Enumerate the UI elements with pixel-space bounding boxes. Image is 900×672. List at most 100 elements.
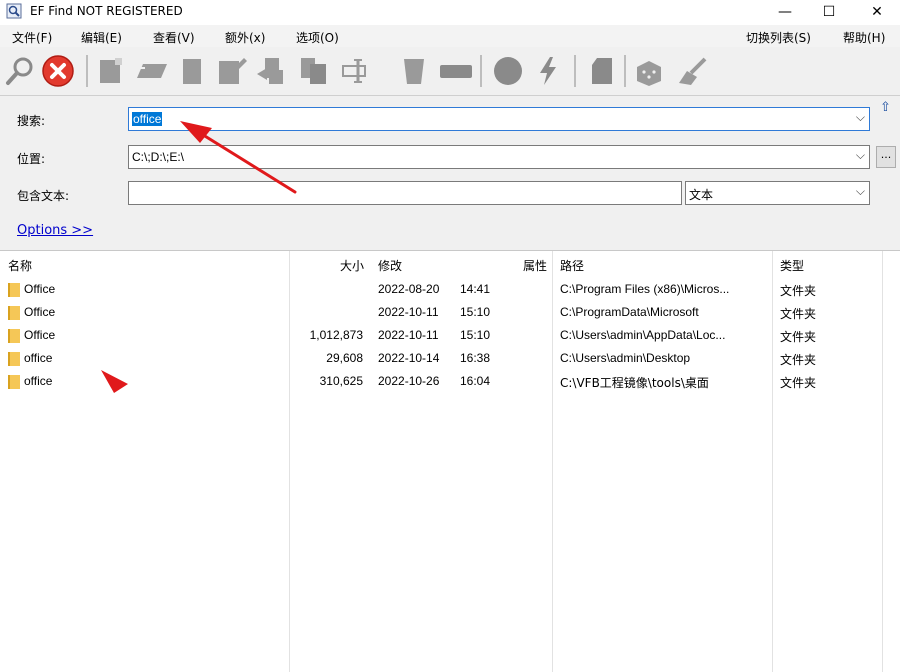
cell-name: office (24, 351, 53, 365)
toolbar-separator (86, 55, 88, 87)
cell-date: 2022-10-14 (378, 351, 440, 365)
contains-text-input[interactable] (128, 181, 682, 205)
rename-button[interactable] (214, 53, 250, 89)
cell-size: 29,608 (326, 351, 363, 365)
dice-icon (637, 61, 661, 86)
chevron-down-icon[interactable]: ⌵ (856, 184, 865, 199)
toolbar-separator (480, 55, 482, 87)
menu-bar: 文件(F) 编辑(E) 查看(V) 额外(x) 选项(O) 切换列表(S) 帮助… (0, 25, 900, 47)
edit-button[interactable] (134, 53, 170, 89)
folder-icon (8, 352, 20, 366)
duplicate-button[interactable] (296, 53, 332, 89)
cell-time: 16:38 (460, 351, 491, 365)
options-link[interactable]: Options >> (17, 223, 93, 238)
cell-type: 文件夹 (780, 284, 817, 298)
folder-icon (8, 283, 20, 297)
lightning-icon (540, 57, 556, 85)
search-input[interactable]: office ⌵ (128, 107, 870, 131)
page-icon (183, 59, 201, 84)
cell-path: C:\Users\admin\Desktop (560, 351, 691, 365)
cell-time: 15:10 (460, 328, 491, 342)
browse-button[interactable]: ... (876, 146, 896, 168)
stop-button[interactable] (40, 53, 76, 89)
column-header-size[interactable]: 大小 (340, 257, 364, 274)
table-row[interactable]: office 29,608 2022-10-14 16:38 C:\Users\… (0, 347, 900, 370)
delete-button[interactable] (396, 53, 432, 89)
attributes-button[interactable] (338, 53, 374, 89)
magnifier-icon (6, 57, 33, 85)
column-header-path[interactable]: 路径 (560, 257, 584, 274)
table-row[interactable]: office 310,625 2022-10-26 16:04 C:\VFB工程… (0, 370, 900, 393)
app-magnifier-icon (6, 3, 22, 19)
menu-view[interactable]: 查看(V) (153, 29, 195, 46)
location-input[interactable]: C:\;D:\;E:\ ⌵ (128, 145, 870, 169)
shred-button[interactable] (438, 53, 474, 89)
text-mode-select[interactable]: 文本 ⌵ (685, 181, 870, 205)
folder-icon (8, 329, 20, 343)
execute-button[interactable] (530, 53, 566, 89)
toolbar-separator (574, 55, 576, 87)
cell-time: 14:41 (460, 282, 491, 296)
results-list: 名称 大小 修改 属性 路径 类型 Office 2022-08-20 14:4… (0, 251, 900, 672)
column-header-type[interactable]: 类型 (780, 257, 804, 274)
column-header-name[interactable]: 名称 (8, 257, 32, 274)
contains-text-label: 包含文本: (17, 189, 70, 203)
clean-button[interactable] (674, 53, 710, 89)
menu-options[interactable]: 选项(O) (296, 29, 339, 46)
toolbar-separator (624, 55, 626, 87)
chevron-down-icon[interactable]: ⌵ (856, 148, 865, 163)
cell-date: 2022-10-11 (378, 305, 439, 319)
find-button[interactable] (2, 53, 38, 89)
cell-time: 15:10 (460, 305, 491, 319)
search-value: office (132, 112, 163, 126)
menu-file[interactable]: 文件(F) (12, 29, 52, 46)
location-label: 位置: (17, 152, 46, 166)
menu-toggle-list[interactable]: 切换列表(S) (746, 29, 811, 46)
window-title: EF Find NOT REGISTERED (30, 4, 183, 18)
rename-page-icon (219, 58, 247, 84)
stop-x-icon (42, 55, 74, 87)
column-header-modified[interactable]: 修改 (378, 257, 402, 274)
cell-time: 16:04 (460, 374, 491, 388)
table-row[interactable]: Office 2022-08-20 14:41 C:\Program Files… (0, 278, 900, 301)
menu-edit[interactable]: 编辑(E) (81, 29, 122, 46)
close-button[interactable]: ✕ (854, 0, 900, 24)
chevron-down-icon[interactable]: ⌵ (856, 110, 865, 125)
circle-icon (494, 57, 522, 85)
location-value: C:\;D:\;E:\ (132, 150, 185, 164)
toolbar (0, 47, 900, 96)
column-header-attributes[interactable]: 属性 (523, 257, 547, 274)
cell-size: 310,625 (319, 374, 363, 388)
trash-icon (404, 59, 424, 84)
page-corner-icon (592, 58, 612, 84)
cell-name: Office (24, 328, 56, 342)
table-row[interactable]: Office 2022-10-11 15:10 C:\ProgramData\M… (0, 301, 900, 324)
menu-help[interactable]: 帮助(H) (843, 29, 885, 46)
folder-icon (8, 375, 20, 389)
document-icon (100, 58, 122, 83)
arrow-up-icon[interactable]: ⇧ (880, 100, 891, 115)
cell-size: 1,012,873 (309, 328, 363, 342)
text-mode-value: 文本 (689, 188, 714, 202)
menu-extra[interactable]: 额外(x) (225, 29, 265, 46)
move-pages-icon (257, 58, 283, 84)
cell-type: 文件夹 (780, 353, 817, 367)
cell-name: Office (24, 305, 56, 319)
bar-icon (440, 65, 472, 78)
cell-path: C:\Users\admin\AppData\Loc... (560, 328, 726, 342)
copy-button[interactable] (174, 53, 210, 89)
table-row[interactable]: Office 1,012,873 2022-10-11 15:10 C:\Use… (0, 324, 900, 347)
move-button[interactable] (254, 53, 290, 89)
cell-type: 文件夹 (780, 330, 817, 344)
new-button[interactable] (92, 53, 128, 89)
cell-date: 2022-10-26 (378, 374, 440, 388)
maximize-button[interactable]: ☐ (806, 0, 852, 24)
minimize-button[interactable]: — (762, 0, 808, 24)
cell-type: 文件夹 (780, 376, 817, 390)
cell-date: 2022-10-11 (378, 328, 439, 342)
properties-button[interactable] (584, 53, 620, 89)
attributes-icon (342, 59, 366, 83)
record-button[interactable] (490, 53, 526, 89)
random-button[interactable] (630, 53, 666, 89)
cell-type: 文件夹 (780, 307, 817, 321)
